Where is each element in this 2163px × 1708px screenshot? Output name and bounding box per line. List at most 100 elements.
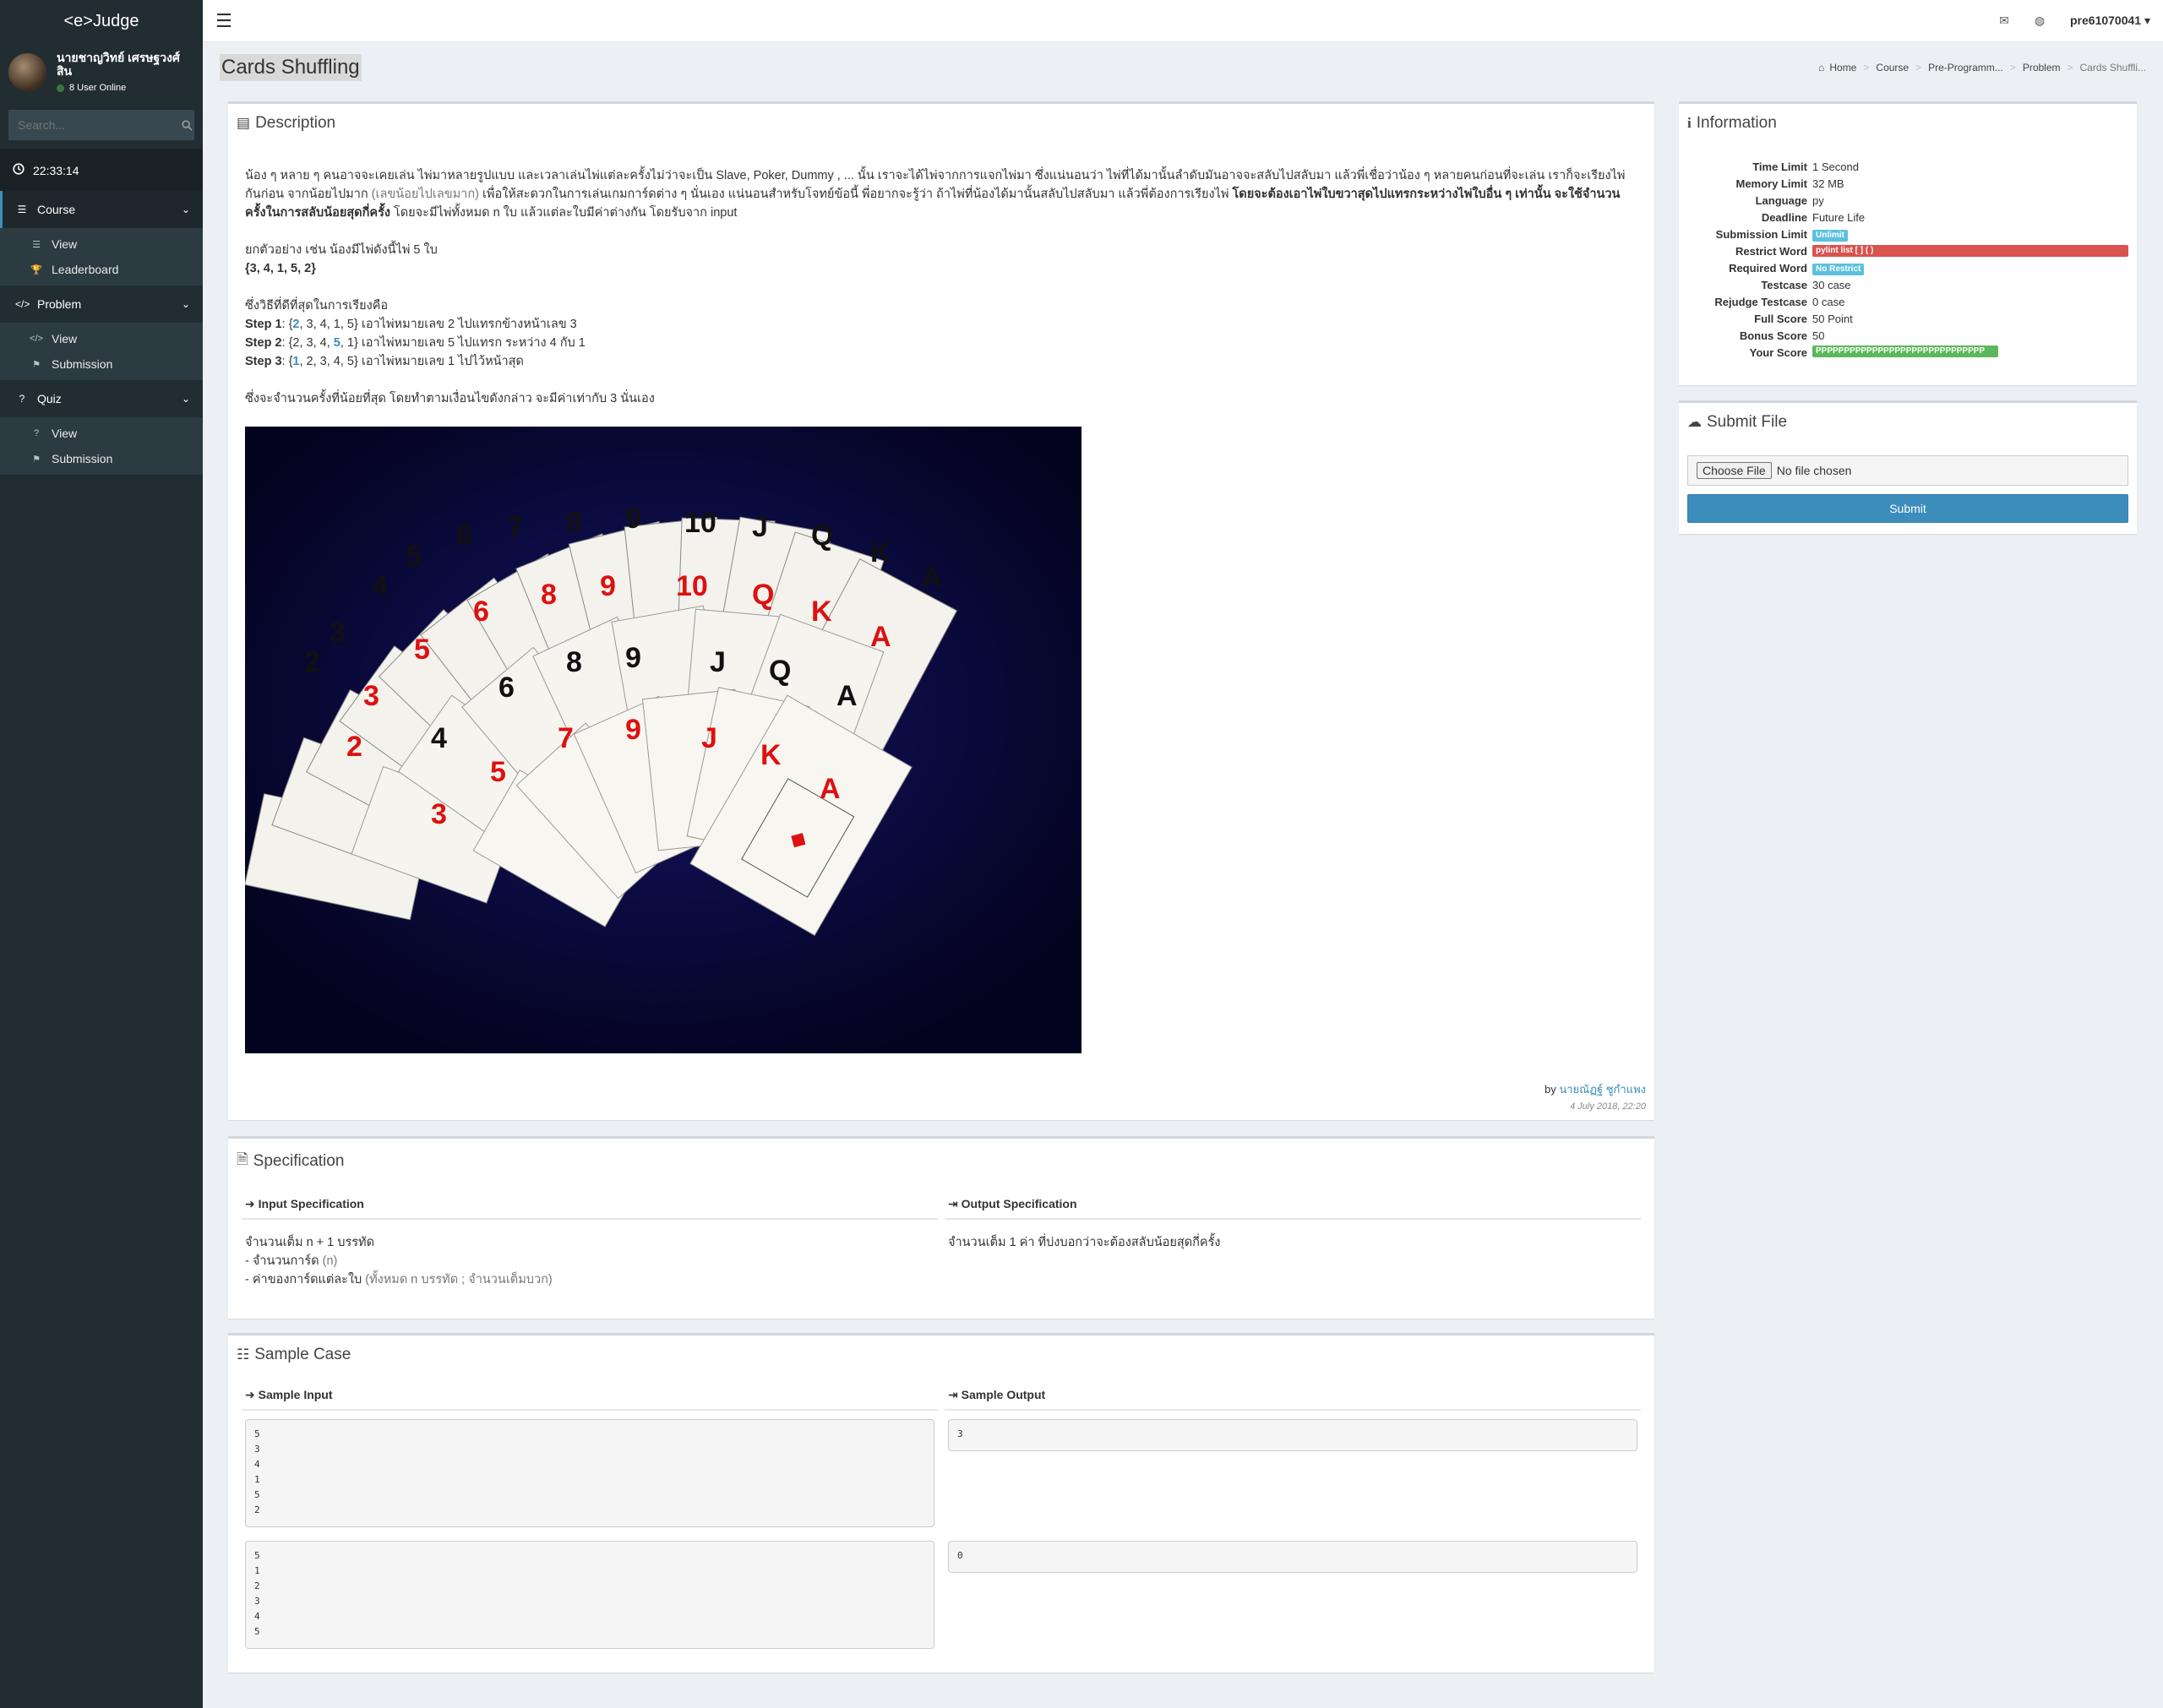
leaderboard-link[interactable]: 🏆 Leaderboard [0, 257, 203, 282]
list-alt-icon: ▤ [237, 115, 251, 131]
svg-text:3: 3 [330, 617, 346, 649]
step-label: Step 2 [245, 336, 282, 350]
quiz-submenu: ? View ⚑ Submission [0, 417, 203, 475]
menu-course-label: Course [37, 203, 76, 216]
input-spec-note: (ทั้งหมด n บรรทัด ; จำนวนเต็มบวก) [365, 1273, 553, 1286]
svg-text:Q: Q [811, 519, 833, 552]
user-menu-button[interactable]: pre61070041 ▾ [2057, 14, 2163, 28]
app-logo[interactable]: <e>Judge [0, 0, 203, 42]
input-spec-title: Input Specification [258, 1197, 364, 1210]
menu-course[interactable]: ☰ Course ⌄ [0, 191, 203, 228]
step-text: , 3, 4, 1, 5} เอาไพ่หมายเลข 2 ไปแทรกข้าง… [299, 318, 577, 331]
info-key: Bonus Score [1739, 329, 1807, 342]
svg-text:2: 2 [346, 731, 362, 763]
navbar-right: ✉ ◍ pre61070041 ▾ [1986, 14, 2163, 28]
info-key: Your Score [1749, 345, 1807, 359]
author-link[interactable]: นายณัฏฐ์ ชูกำแพง [1559, 1083, 1646, 1096]
quiz-view-link[interactable]: ? View [0, 421, 203, 446]
sample-case-box: ☷ Sample Case ➜ Sample Input 5 3 4 1 5 2… [228, 1333, 1654, 1673]
desc-text: เพื่อให้สะดวกในการเล่นเกมการ์ดต่าง ๆ นั่… [478, 188, 1233, 201]
sample-output-2[interactable]: 0 [948, 1541, 1637, 1573]
info-key: Deadline [1761, 210, 1807, 224]
info-row-deadline: Deadline Future Life [1687, 209, 2128, 226]
problem-submission-link[interactable]: ⚑ Submission [0, 351, 203, 377]
online-status: 8 User Online [57, 83, 194, 93]
username: pre61070041 [2070, 14, 2142, 27]
course-view-link[interactable]: ☰ View [0, 231, 203, 257]
restrict-word-badge: pylint list [ ] ( ) [1812, 245, 2128, 257]
globe-icon[interactable]: ◍ [2022, 14, 2057, 28]
summary-paragraph: ซึ่งจะจำนวนครั้งที่น้อยที่สุด โดยทำตามเง… [245, 392, 655, 405]
sign-in-icon: ➜ [245, 1197, 255, 1210]
example-paragraph: ยกตัวอย่าง เช่น น้องมีไพ่ดังนี้ไพ่ 5 ใบ {… [245, 241, 1637, 278]
output-spec-body: จำนวนเต็ม 1 ค่า ที่บ่งบอกว่าจะต้องสลับน้… [948, 1236, 1221, 1249]
info-icon: i [1687, 115, 1692, 131]
sample-output-1[interactable]: 3 [948, 1419, 1637, 1451]
hamburger-icon: ☰ [215, 9, 232, 31]
info-key: Full Score [1754, 312, 1807, 325]
menu-quiz[interactable]: ? Quiz ⌄ [0, 380, 203, 417]
info-key: Time Limit [1752, 160, 1807, 173]
sample-input-1[interactable]: 5 3 4 1 5 2 [245, 1419, 934, 1527]
svg-text:10: 10 [676, 570, 708, 602]
steps-paragraph: ซึ่งวิธีที่ดีที่สุดในการเรียงคือ Step 1:… [245, 296, 1637, 371]
sample-case-title: Sample Case [254, 1346, 351, 1363]
quiz-submission-link[interactable]: ⚑ Submission [0, 446, 203, 471]
code-icon: </> [15, 298, 30, 310]
search-input[interactable] [8, 110, 180, 140]
sample-input-column: ➜ Sample Input 5 3 4 1 5 2 5 1 2 3 4 5 [238, 1381, 941, 1662]
svg-text:9: 9 [625, 714, 641, 746]
description-paragraph: น้อง ๆ หลาย ๆ คนอาจจะเคยเล่น ไพ่มาหลายรู… [245, 166, 1637, 222]
submit-button[interactable]: Submit [1687, 494, 2128, 523]
sample-input-2[interactable]: 5 1 2 3 4 5 [245, 1541, 934, 1649]
info-value: 50 [1812, 329, 1825, 342]
svg-text:Q: Q [769, 655, 791, 687]
quiz-submission-label: Submission [52, 452, 113, 465]
svg-text:9: 9 [600, 570, 616, 602]
sample-input-header: ➜ Sample Input [242, 1381, 938, 1411]
input-spec-line: - ค่าของการ์ดแต่ละใบ [245, 1273, 366, 1286]
course-submenu: ☰ View 🏆 Leaderboard [0, 228, 203, 286]
info-value: Future Life [1812, 210, 1866, 224]
sample-output-header: ⇥ Sample Output [945, 1381, 1641, 1411]
info-value: 1 Second [1812, 160, 1859, 173]
info-row-language: Language py [1687, 192, 2128, 209]
breadcrumb-home[interactable]: Home [1829, 62, 1856, 73]
breadcrumb-problem[interactable]: Problem [2023, 62, 2061, 73]
problem-view-link[interactable]: </> View [0, 326, 203, 351]
envelope-icon[interactable]: ✉ [1986, 14, 2022, 28]
menu-problem[interactable]: </> Problem ⌄ [0, 286, 203, 323]
choose-file-button[interactable]: Choose File [1697, 462, 1772, 479]
sample-output-title: Sample Output [961, 1388, 1046, 1401]
problem-submenu: </> View ⚑ Submission [0, 323, 203, 380]
description-box: ▤ Description น้อง ๆ หลาย ๆ คนอาจจะเคยเล… [228, 101, 1654, 1120]
step-text: , 2, 3, 4, 5} เอาไพ่หมายเลข 1 ไปไว้หน้าส… [299, 355, 524, 368]
info-value: 0 case [1812, 295, 1845, 308]
submit-file-header: ☁ Submit File [1679, 403, 2137, 442]
breadcrumb-course[interactable]: Course [1876, 62, 1909, 73]
author-info: by นายณัฏฐ์ ชูกำแพง 4 July 2018, 22:20 [1545, 1080, 1646, 1112]
information-box: i Information Time Limit 1 Second Memory … [1679, 101, 2137, 385]
code-icon: </> [30, 334, 43, 344]
svg-text:3: 3 [363, 680, 379, 712]
breadcrumb-current: Cards Shuffli... [2079, 62, 2146, 73]
chevron-down-icon: ⌄ [181, 204, 190, 215]
author-by: by [1544, 1083, 1556, 1096]
svg-text:K: K [811, 596, 832, 628]
breadcrumb-pre-programming[interactable]: Pre-Programm... [1928, 62, 2003, 73]
example-set: {3, 4, 1, 5, 2} [245, 262, 316, 275]
description-header: ▤ Description [228, 104, 1654, 143]
information-header: i Information [1679, 104, 2137, 143]
online-count: 8 User Online [69, 83, 127, 93]
info-row-your-score: Your Score PPPPPPPPPPPPPPPPPPPPPPPPPPPPPP [1687, 344, 2128, 361]
svg-text:3: 3 [431, 798, 447, 830]
svg-text:K: K [760, 739, 782, 771]
sidebar-toggle-button[interactable]: ☰ [203, 0, 245, 42]
output-spec-title: Output Specification [961, 1197, 1077, 1210]
home-icon: ⌂ [1818, 62, 1825, 73]
info-row-restrict-word: Restrict Word pylint list [ ] ( ) [1687, 242, 2128, 259]
file-input[interactable]: Choose File No file chosen [1687, 455, 2128, 486]
info-key: Required Word [1729, 261, 1807, 275]
sample-output-column: ⇥ Sample Output 3 0 [941, 1381, 1644, 1662]
search-button[interactable] [180, 110, 194, 140]
